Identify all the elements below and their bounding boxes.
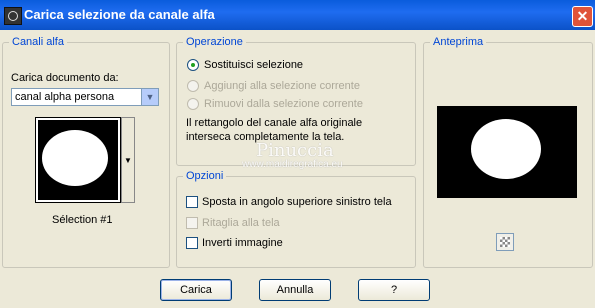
checkbox-sposta-label[interactable]: Sposta in angolo superiore sinistro tela — [202, 196, 392, 208]
thumbnail-canvas — [38, 120, 118, 200]
carica-button[interactable]: Carica — [160, 279, 232, 301]
canali-alfa-legend: Canali alfa — [9, 36, 67, 48]
opzioni-legend: Opzioni — [183, 170, 227, 182]
checkbox-ritaglia-label[interactable]: Ritaglia alla tela — [202, 217, 280, 229]
watermark-site: www.maidiregrafica.eu — [242, 159, 343, 170]
preview-ellipse — [471, 119, 541, 179]
radio-rimuovi-label[interactable]: Rimuovi dalla selezione corrente — [204, 98, 363, 110]
checkbox-ritaglia[interactable] — [186, 217, 198, 229]
checkbox-inverti[interactable] — [186, 237, 198, 249]
operazione-info-line1: Il rettangolo del canale alfa originale — [186, 117, 363, 129]
radio-aggiungi[interactable] — [187, 80, 199, 92]
window-title: Carica selezione da canale alfa — [24, 7, 215, 22]
selection-label: Sélection #1 — [52, 214, 113, 226]
thumbnail-ellipse — [42, 130, 108, 186]
close-button[interactable]: ✕ — [572, 6, 593, 27]
radio-rimuovi[interactable] — [187, 98, 199, 110]
help-button[interactable]: ? — [358, 279, 430, 301]
annulla-button[interactable]: Annulla — [259, 279, 331, 301]
operazione-legend: Operazione — [183, 36, 246, 48]
doc-label: Carica documento da: — [11, 72, 119, 84]
checkbox-sposta[interactable] — [186, 196, 198, 208]
thumbnail-dropdown[interactable]: ▼ — [121, 117, 135, 203]
doc-select-value: canal alpha persona — [15, 91, 115, 103]
chevron-down-icon[interactable]: ▼ — [141, 89, 158, 105]
title-bar: Carica selezione da canale alfa ✕ — [0, 0, 595, 30]
radio-aggiungi-label[interactable]: Aggiungi alla selezione corrente — [204, 80, 360, 92]
checkbox-inverti-label[interactable]: Inverti immagine — [202, 237, 283, 249]
radio-sostituisci[interactable] — [187, 59, 199, 71]
checkerboard-icon[interactable] — [496, 233, 514, 251]
doc-select[interactable]: canal alpha persona ▼ — [11, 88, 159, 106]
watermark-name: Pinuccia — [256, 140, 334, 161]
app-icon — [4, 7, 22, 25]
preview-canvas — [437, 106, 577, 198]
selection-thumbnail — [35, 117, 121, 203]
radio-sostituisci-label[interactable]: Sostituisci selezione — [204, 59, 303, 71]
anteprima-legend: Anteprima — [430, 36, 487, 48]
